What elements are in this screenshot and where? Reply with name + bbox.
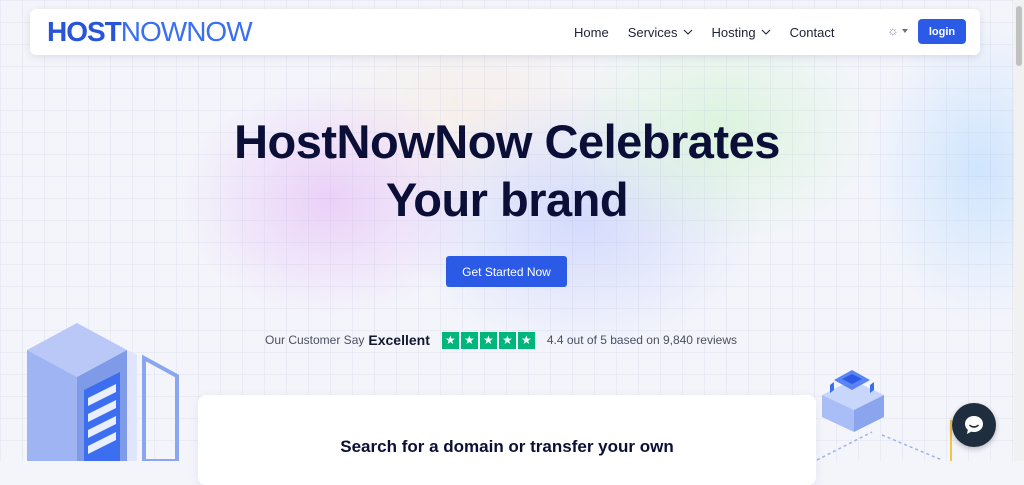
domain-search-card: Search for a domain or transfer your own xyxy=(198,395,816,485)
chevron-down-icon xyxy=(683,29,692,35)
logo[interactable]: HOSTNOWNOW xyxy=(47,16,253,47)
search-title: Search for a domain or transfer your own xyxy=(340,437,674,456)
rating-word: Excellent xyxy=(368,332,430,348)
theme-toggle[interactable]: ☼ xyxy=(887,24,908,38)
nav-hosting[interactable]: Hosting xyxy=(712,25,771,40)
nav-home[interactable]: Home xyxy=(574,25,609,40)
nav-contact[interactable]: Contact xyxy=(790,25,835,40)
sun-icon: ☼ xyxy=(887,23,899,38)
hero-title-line1: HostNowNow Celebrates xyxy=(234,115,780,168)
nav-services[interactable]: Services xyxy=(628,25,693,40)
chat-bubble-icon xyxy=(965,416,983,434)
star-icon: ★ xyxy=(441,331,459,349)
star-icon: ★ xyxy=(517,331,535,349)
hero-title-line2: Your brand xyxy=(385,173,629,226)
star-rating: ★ ★ ★ ★ ★ xyxy=(441,331,535,349)
nav-hosting-label: Hosting xyxy=(711,24,756,40)
get-started-button[interactable]: Get Started Now xyxy=(446,256,567,287)
nav-services-label: Services xyxy=(627,24,678,40)
rating-prefix: Our Customer Say xyxy=(265,333,365,347)
logo-nownow: NOWNOW xyxy=(120,16,253,47)
chevron-down-icon xyxy=(761,29,771,35)
login-button[interactable]: login xyxy=(918,19,966,44)
scrollbar-thumb[interactable] xyxy=(1016,6,1022,66)
logo-host: HOST xyxy=(47,16,122,47)
hero-title: HostNowNow Celebrates Your brand xyxy=(0,113,1014,229)
nav-links: Home Services Hosting Contact xyxy=(574,9,853,55)
star-icon: ★ xyxy=(479,331,497,349)
rating-summary: 4.4 out of 5 based on 9,840 reviews xyxy=(546,333,737,347)
page-scrollbar[interactable] xyxy=(1014,0,1024,461)
caret-down-icon xyxy=(901,29,908,33)
trust-rating[interactable]: Our Customer Say Excellent ★ ★ ★ ★ ★ 4.4… xyxy=(265,330,737,350)
star-icon: ★ xyxy=(460,331,478,349)
nav-contact-label: Contact xyxy=(789,24,835,40)
star-icon: ★ xyxy=(498,331,516,349)
nav-home-label: Home xyxy=(574,24,609,40)
server-rack-illustration xyxy=(27,323,179,461)
chat-button[interactable] xyxy=(952,403,996,447)
navbar: HOSTNOWNOW Home Services Hosting Contact… xyxy=(30,9,980,55)
chip-illustration xyxy=(816,370,952,461)
